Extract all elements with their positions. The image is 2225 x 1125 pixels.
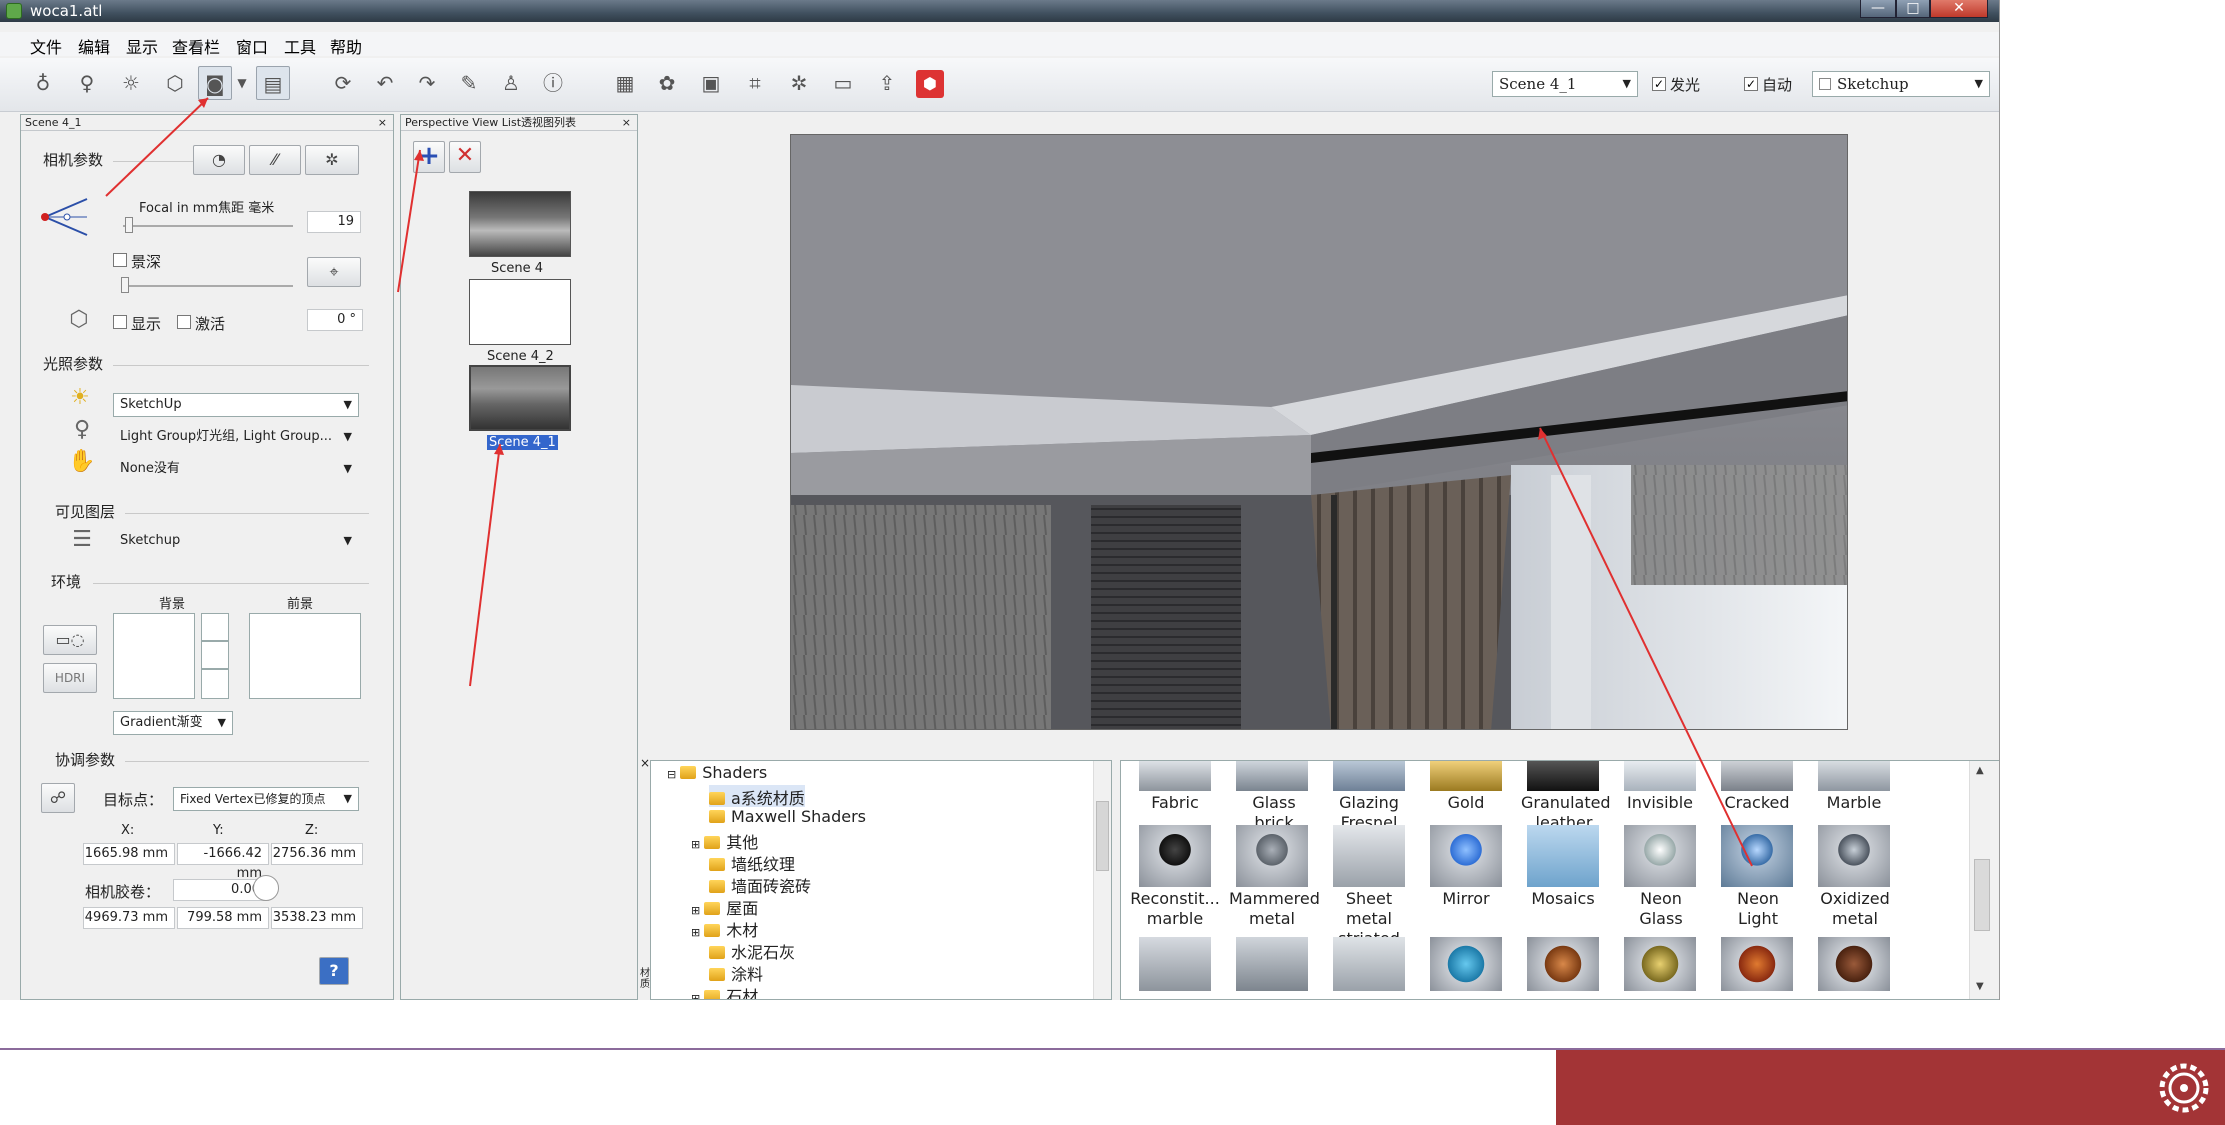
annotation-overlay xyxy=(105,97,1753,867)
slide: woca1.atl — □ ✕ 文件 编辑 显示 查看栏 窗口 工具 帮助 ♁ … xyxy=(0,0,2225,1125)
gear-logo-icon xyxy=(2159,1063,2209,1113)
application-window: woca1.atl — □ ✕ 文件 编辑 显示 查看栏 窗口 工具 帮助 ♁ … xyxy=(0,0,2000,1000)
footer-band xyxy=(1556,1050,2225,1125)
